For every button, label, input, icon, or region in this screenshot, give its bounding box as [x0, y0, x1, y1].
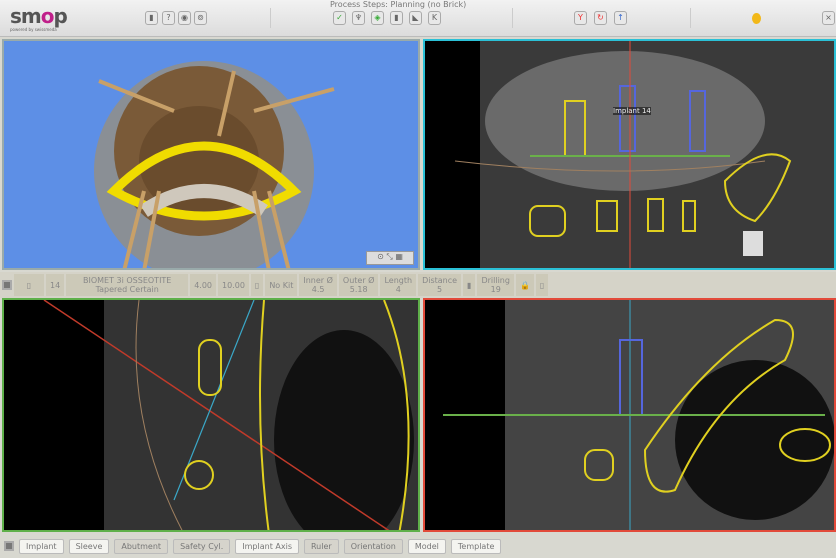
drill-icon[interactable]: ▮ — [463, 274, 476, 296]
step-nerve-icon[interactable]: ◈ — [371, 11, 384, 25]
implant-diameter[interactable]: 4.00 — [190, 274, 216, 296]
help-icon[interactable]: ? — [162, 11, 175, 25]
toggle-safety-cyl[interactable]: Safety Cyl. — [173, 538, 231, 554]
step-template-icon[interactable]: ◣ — [409, 11, 422, 25]
outer-diameter: Outer Ø 5.18 — [338, 274, 379, 296]
toggle-ruler[interactable]: Ruler — [303, 538, 339, 554]
orientation-icon[interactable]: ↑ — [614, 11, 627, 25]
view-3d[interactable]: ⊙ ⤡ ▦ — [2, 39, 420, 270]
view-layout-icon[interactable]: Y — [574, 11, 587, 25]
axial-scan-image — [454, 41, 834, 268]
implant-label: Implant 14 — [613, 107, 651, 115]
header-toolbar: smop powered by swissmeda ▮ ? ◉ ⊚ Proces… — [0, 0, 836, 37]
file-icon[interactable]: ▮ — [145, 11, 158, 25]
toggle-model[interactable]: Model — [407, 538, 446, 554]
lock-icon[interactable]: 🔒 — [515, 274, 534, 296]
toggle-sleeve[interactable]: Sleeve — [68, 538, 110, 554]
view-sagittal[interactable] — [423, 298, 836, 532]
inner-diameter: Inner Ø 4.5 — [299, 274, 337, 296]
rotate-view-icon[interactable]: ↻ — [594, 11, 607, 25]
toggle-orientation[interactable]: Orientation — [343, 538, 403, 554]
implant-length[interactable]: 10.00 — [218, 274, 249, 296]
toggle-implant-axis[interactable]: Implant Axis — [235, 538, 299, 554]
collapse-icon[interactable] — [2, 280, 12, 290]
camera-icon[interactable]: ◉ — [178, 11, 191, 25]
cross-section-scan-image — [43, 300, 418, 530]
3d-model-render — [94, 61, 335, 268]
implant-info-bar: ▯ 14 BIOMET 3i OSSEOTITE Tapered Certain… — [0, 272, 836, 298]
process-steps-label: Process Steps: Planning (no Brick) — [330, 0, 467, 9]
sleeve-icon: ▯ — [250, 274, 264, 296]
step-teeth-icon[interactable]: ♆ — [352, 11, 365, 25]
delete-icon[interactable]: ▯ — [535, 274, 549, 296]
app-logo: smop — [10, 4, 68, 28]
view-axial[interactable]: Implant 14 — [423, 39, 836, 270]
sagittal-scan-image — [443, 300, 834, 530]
kit-selector[interactable]: No Kit — [265, 274, 298, 296]
step-implant-icon[interactable]: ▮ — [390, 11, 403, 25]
sleeve-length: Length 4 — [380, 274, 417, 296]
display-options-bar: Implant Sleeve Abutment Safety Cyl. Implant … — [0, 534, 836, 558]
toggle-template[interactable]: Template — [450, 538, 502, 554]
implant-toggle[interactable]: ▯ — [14, 274, 44, 296]
settings-icon[interactable]: ⊚ — [194, 11, 207, 25]
sleeve-distance: Distance 5 — [418, 274, 462, 296]
view-controls[interactable]: ⊙ ⤡ ▦ — [366, 251, 414, 265]
implant-name[interactable]: BIOMET 3i OSSEOTITE Tapered Certain — [66, 274, 189, 296]
toggle-implant[interactable]: Implant — [19, 538, 64, 554]
toggle-buttons: Implant Sleeve Abutment Safety Cyl. Implant … — [19, 538, 502, 554]
drilling: Drilling 19 — [477, 274, 514, 296]
step-export-icon[interactable]: K — [428, 11, 441, 25]
logo-subtitle: powered by swissmeda — [10, 27, 57, 32]
step-scan-icon[interactable]: ✓ — [333, 11, 346, 25]
implant-position: 14 — [46, 274, 65, 296]
collapse-icon[interactable] — [4, 541, 14, 551]
close-icon[interactable]: × — [822, 11, 835, 25]
toggle-abutment[interactable]: Abutment — [114, 538, 169, 554]
view-cross-section[interactable] — [2, 298, 420, 532]
status-indicator-icon — [752, 13, 761, 24]
